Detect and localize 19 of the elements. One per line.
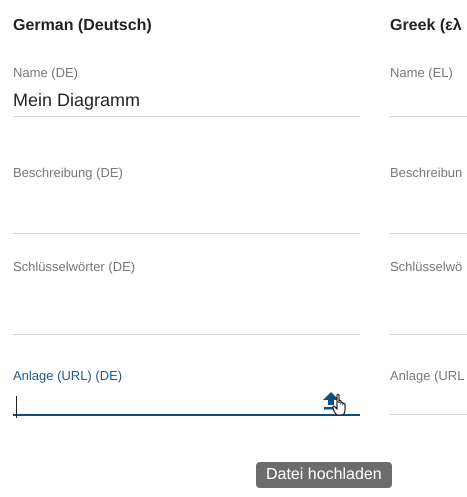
field-label: Schlüsselwörter (DE) <box>13 259 136 274</box>
field-label: Anlage (URL) (DE) <box>13 368 122 383</box>
field-label: Anlage (URL <box>390 368 464 383</box>
field-label: Beschreibung (DE) <box>13 165 123 180</box>
input-field[interactable]: Name (EL) <box>390 64 467 117</box>
input-field[interactable]: Schlüsselwö <box>390 258 467 335</box>
tooltip: Datei hochladen <box>256 462 392 488</box>
field-label: Name (DE) <box>13 65 78 80</box>
field-label: Schlüsselwö <box>390 259 462 274</box>
input-field[interactable]: Anlage (URL <box>390 367 467 415</box>
column-heading: German (Deutsch) <box>13 17 153 36</box>
input-field[interactable]: Beschreibun <box>390 164 467 234</box>
input-field[interactable]: Schlüsselwörter (DE) <box>13 258 360 335</box>
column-heading: Greek (ελ <box>390 17 463 36</box>
input-field[interactable]: Beschreibung (DE) <box>13 164 360 234</box>
input-field[interactable]: Name (DE) Mein Diagramm <box>13 64 360 117</box>
field-label: Beschreibun <box>390 165 462 180</box>
field-label: Name (EL) <box>390 65 453 80</box>
field-value: Mein Diagramm <box>13 90 140 111</box>
